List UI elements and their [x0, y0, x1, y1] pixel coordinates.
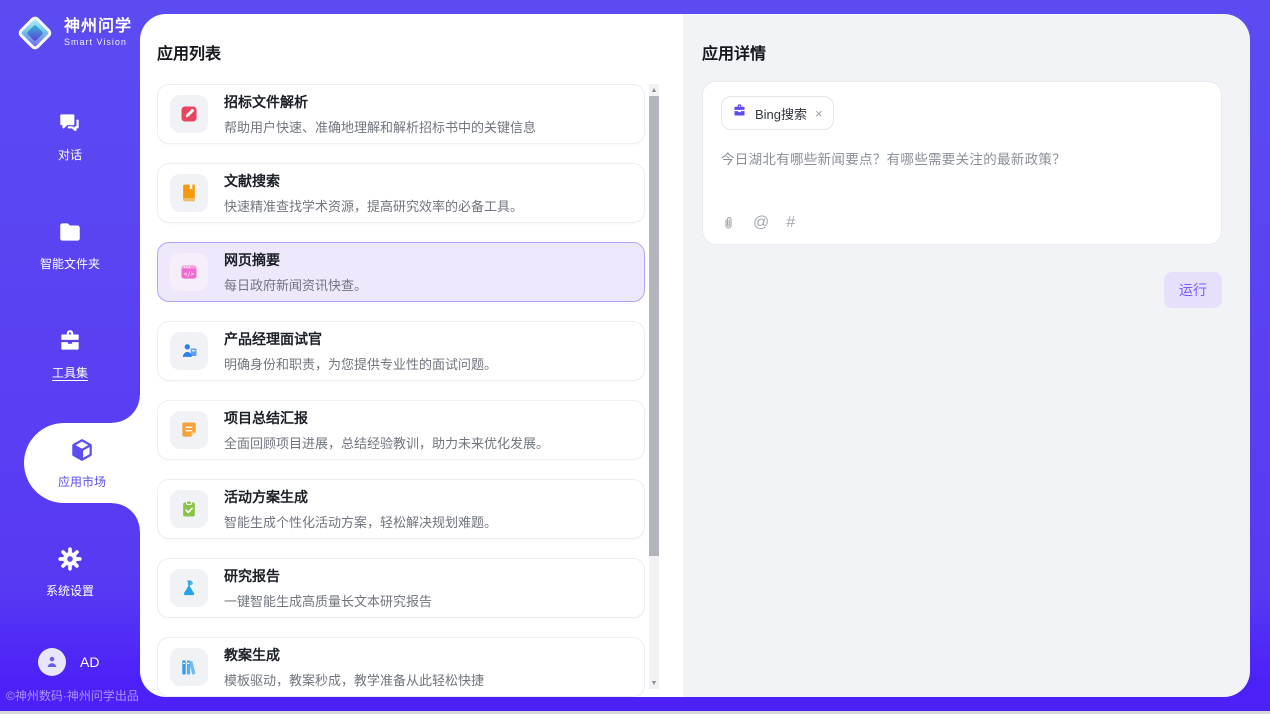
app-card-desc: 智能生成个性化活动方案，轻松解决规划难题。 — [224, 512, 497, 531]
sidebar-item-label: 工具集 — [52, 364, 88, 381]
copyright-text: ©神州数码·神州问学出品 — [6, 687, 139, 704]
clipboard-check-icon — [170, 490, 208, 528]
scrollbar-down-button[interactable]: ▼ — [649, 677, 659, 689]
folder-icon — [56, 218, 84, 246]
gear-icon — [56, 545, 84, 573]
briefcase-icon — [732, 103, 747, 123]
prompt-text[interactable]: 今日湖北有哪些新闻要点？有哪些需要关注的最新政策？ — [721, 148, 1203, 168]
sidebar-item-smart-folder[interactable]: 智能文件夹 — [0, 205, 140, 285]
interviewer-icon — [170, 332, 208, 370]
app-card-desc: 快速精准查找学术资源，提高研究效率的必备工具。 — [224, 196, 523, 215]
browser-code-icon: </> — [170, 253, 208, 291]
sidebar-item-toolset[interactable]: 工具集 — [0, 314, 140, 394]
brand-subtitle: Smart Vision — [64, 38, 132, 48]
close-icon[interactable]: × — [815, 107, 823, 120]
book-icon — [170, 174, 208, 212]
app-card-desc: 全面回顾项目进展，总结经验教训，助力未来优化发展。 — [224, 433, 549, 452]
toolbox-icon — [56, 327, 84, 355]
sidebar-item-settings[interactable]: 系统设置 — [0, 532, 140, 612]
scrollbar-thumb[interactable] — [649, 96, 659, 556]
app-card-list: 招标文件解析 帮助用户快速、准确地理解和解析招标书中的关键信息 文献搜索 快速精… — [157, 84, 645, 697]
app-card-name: 项目总结汇报 — [224, 408, 549, 428]
sidebar: 神州问学 Smart Vision 对话 智能文件夹 工具集 — [0, 0, 140, 714]
svg-text:</>: </> — [184, 272, 195, 278]
content-area: 应用列表 招标文件解析 帮助用户快速、准确地理解和解析招标书中的关键信息 文献搜… — [140, 14, 1250, 697]
scrollbar-up-button[interactable]: ▲ — [649, 84, 659, 96]
app-card-pm-interviewer[interactable]: 产品经理面试官 明确身份和职责，为您提供专业性的面试问题。 — [157, 321, 645, 381]
app-card-desc: 帮助用户快速、准确地理解和解析招标书中的关键信息 — [224, 117, 536, 136]
sidebar-item-label: 系统设置 — [46, 582, 94, 599]
app-card-desc: 明确身份和职责，为您提供专业性的面试问题。 — [224, 354, 497, 373]
sidebar-item-app-market[interactable]: 应用市场 — [24, 423, 140, 503]
sidebar-item-label: 对话 — [58, 146, 82, 163]
app-card-name: 招标文件解析 — [224, 92, 536, 112]
app-card-name: 文献搜索 — [224, 171, 523, 191]
brand-name: 神州问学 — [64, 18, 132, 36]
app-detail-title: 应用详情 — [702, 40, 766, 64]
chat-icon — [56, 109, 84, 137]
app-card-name: 研究报告 — [224, 566, 432, 586]
sidebar-nav: 对话 智能文件夹 工具集 应用市场 — [0, 96, 140, 641]
app-card-web-summary[interactable]: </> 网页摘要 每日政府新闻资讯快查。 — [157, 242, 645, 302]
app-card-project-summary[interactable]: 项目总结汇报 全面回顾项目进展，总结经验教训，助力未来优化发展。 — [157, 400, 645, 460]
sidebar-item-label: 智能文件夹 — [40, 255, 100, 272]
app-list-panel: 应用列表 招标文件解析 帮助用户快速、准确地理解和解析招标书中的关键信息 文献搜… — [140, 14, 683, 697]
app-card-name: 教案生成 — [224, 645, 484, 665]
user-account[interactable]: AD — [38, 648, 99, 676]
sidebar-item-label: 应用市场 — [58, 473, 106, 490]
app-card-name: 活动方案生成 — [224, 487, 497, 507]
prompt-input[interactable]: Bing搜索 × 今日湖北有哪些新闻要点？有哪些需要关注的最新政策？ @ # — [702, 81, 1222, 245]
app-card-event-plan[interactable]: 活动方案生成 智能生成个性化活动方案，轻松解决规划难题。 — [157, 479, 645, 539]
app-card-name: 产品经理面试官 — [224, 329, 497, 349]
attachment-icon[interactable] — [721, 215, 736, 231]
edit-document-icon — [170, 95, 208, 133]
books-icon — [170, 648, 208, 686]
brand-logo: 神州问学 Smart Vision — [16, 14, 132, 52]
app-card-desc: 模板驱动，教案秒成，教学准备从此轻松快捷 — [224, 670, 484, 689]
prompt-toolbar: @ # — [721, 214, 795, 232]
hash-icon[interactable]: # — [786, 214, 795, 232]
cube-icon — [68, 436, 96, 464]
tool-tag-bing-search[interactable]: Bing搜索 × — [721, 96, 834, 130]
mention-icon[interactable]: @ — [753, 214, 769, 232]
note-icon — [170, 411, 208, 449]
app-card-literature-search[interactable]: 文献搜索 快速精准查找学术资源，提高研究效率的必备工具。 — [157, 163, 645, 223]
app-detail-panel: 应用详情 Bing搜索 × 今日湖北有哪些新闻要点？有哪些需要关注的最新政策？ … — [683, 14, 1250, 697]
sidebar-item-chat[interactable]: 对话 — [0, 96, 140, 176]
app-card-research-report[interactable]: 研究报告 一键智能生成高质量长文本研究报告 — [157, 558, 645, 618]
app-list-scrollbar[interactable]: ▲ ▼ — [649, 84, 659, 689]
avatar — [38, 648, 66, 676]
brand-diamond-icon — [16, 14, 54, 52]
app-card-desc: 每日政府新闻资讯快查。 — [224, 275, 367, 294]
app-card-lesson-plan[interactable]: 教案生成 模板驱动，教案秒成，教学准备从此轻松快捷 — [157, 637, 645, 697]
tool-tag-label: Bing搜索 — [755, 104, 807, 123]
research-flask-icon — [170, 569, 208, 607]
user-initials: AD — [80, 654, 99, 670]
app-card-name: 网页摘要 — [224, 250, 367, 270]
app-card-bid-document-parsing[interactable]: 招标文件解析 帮助用户快速、准确地理解和解析招标书中的关键信息 — [157, 84, 645, 144]
app-card-desc: 一键智能生成高质量长文本研究报告 — [224, 591, 432, 610]
run-button[interactable]: 运行 — [1164, 272, 1222, 308]
app-list-title: 应用列表 — [157, 40, 221, 64]
